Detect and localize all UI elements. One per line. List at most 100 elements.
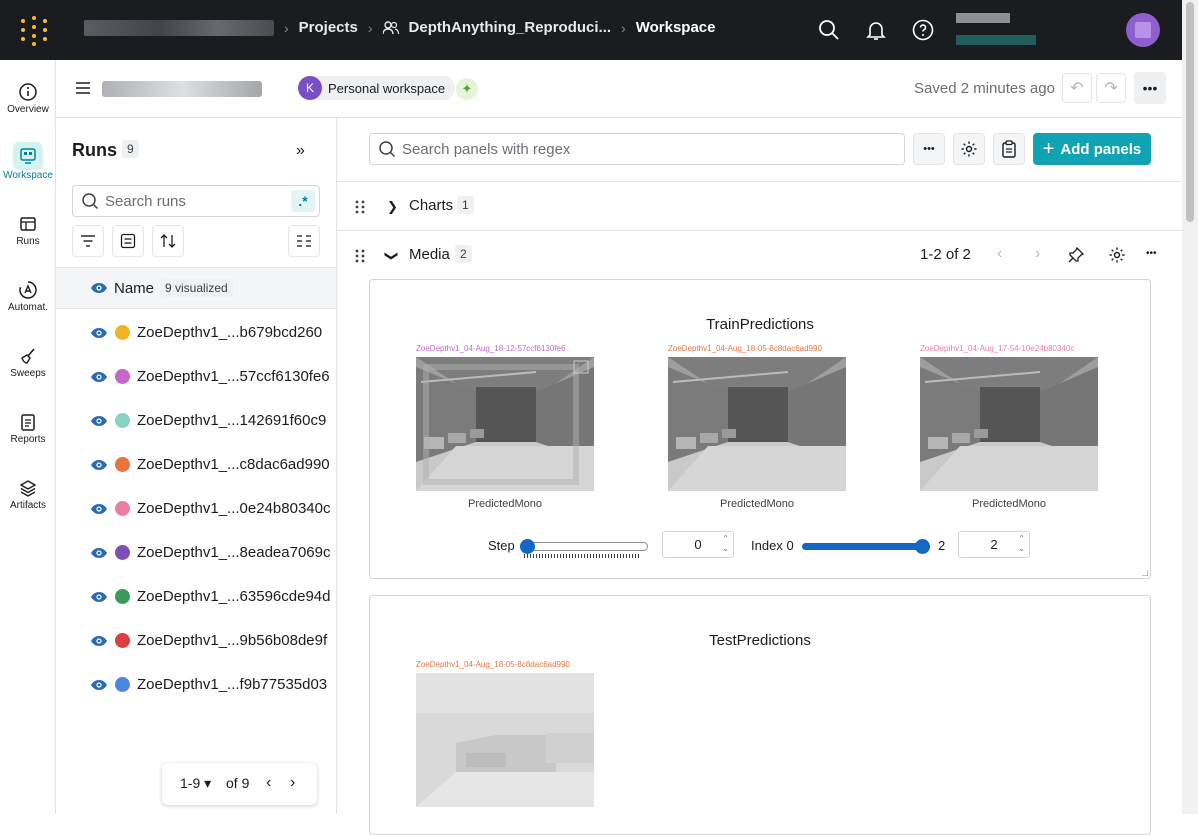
run-color-dot[interactable]: [115, 677, 130, 692]
redo-button[interactable]: ↷: [1096, 73, 1126, 103]
ellipsis-icon[interactable]: •••: [1146, 248, 1157, 259]
run-color-dot[interactable]: [115, 369, 130, 384]
eye-icon[interactable]: [90, 327, 108, 339]
run-row[interactable]: ZoeDepthv1_...63596cde94d: [56, 575, 336, 619]
run-name[interactable]: ZoeDepthv1_...142691f60c9: [137, 412, 326, 429]
run-row[interactable]: ZoeDepthv1_...57ccf6130fe6: [56, 355, 336, 399]
entity-name-redacted[interactable]: [84, 19, 274, 36]
search-icon[interactable]: [817, 18, 841, 42]
index-slider-thumb[interactable]: [915, 539, 930, 554]
sort-button[interactable]: [152, 225, 184, 257]
run-name[interactable]: ZoeDepthv1_...8eadea7069c: [137, 544, 330, 561]
pin-icon[interactable]: [1068, 247, 1084, 263]
eye-icon[interactable]: [90, 679, 108, 691]
run-color-dot[interactable]: [115, 457, 130, 472]
index-slider[interactable]: [802, 539, 932, 555]
run-color-dot[interactable]: [115, 545, 130, 560]
gear-icon[interactable]: [1108, 246, 1126, 264]
test-predictions-panel[interactable]: TestPredictions ZoeDepthv1_04-Aug_18-05-…: [369, 595, 1151, 835]
settings-button[interactable]: [953, 133, 985, 165]
eye-icon[interactable]: [90, 635, 108, 647]
column-name-header[interactable]: Name: [114, 280, 154, 297]
image-thumbnail[interactable]: [416, 357, 594, 491]
run-color-dot[interactable]: [115, 325, 130, 340]
section-charts[interactable]: ❯ Charts 1: [337, 181, 1182, 230]
search-panels-input[interactable]: Search panels with regex: [369, 133, 905, 165]
image-thumbnail[interactable]: [416, 673, 594, 807]
eye-icon[interactable]: [90, 547, 108, 559]
prev-page-button[interactable]: ‹: [266, 774, 271, 792]
breadcrumb-project[interactable]: DepthAnything_Reproduci...: [409, 19, 612, 36]
depth-image[interactable]: [668, 357, 846, 491]
collapse-runs-button[interactable]: »: [296, 142, 305, 160]
eye-icon[interactable]: [90, 415, 108, 427]
stepper-arrows-icon[interactable]: ⌃ ⌄: [722, 534, 729, 554]
user-info-redacted[interactable]: [956, 13, 1036, 47]
filter-button[interactable]: [72, 225, 104, 257]
run-color-dot[interactable]: [115, 633, 130, 648]
page-scrollbar[interactable]: [1182, 0, 1198, 814]
run-name[interactable]: ZoeDepthv1_...0e24b80340c: [137, 500, 330, 517]
more-options-button[interactable]: •••: [1134, 72, 1166, 104]
run-color-dot[interactable]: [115, 413, 130, 428]
bell-icon[interactable]: [864, 18, 888, 42]
eye-icon[interactable]: [90, 503, 108, 515]
run-row[interactable]: ZoeDepthv1_...b679bcd260: [56, 311, 336, 355]
resize-handle-icon[interactable]: [1142, 570, 1148, 576]
hamburger-menu-icon[interactable]: [76, 82, 90, 94]
step-slider-thumb[interactable]: [520, 539, 535, 554]
chevron-down-icon[interactable]: ❯: [383, 251, 399, 262]
train-predictions-panel[interactable]: TrainPredictions ZoeDepthv1_04-Aug_18-12…: [369, 279, 1151, 579]
run-color-dot[interactable]: [115, 589, 130, 604]
breadcrumb-workspace[interactable]: Workspace: [636, 19, 716, 36]
clipboard-button[interactable]: [993, 133, 1025, 165]
run-row[interactable]: ZoeDepthv1_...f9b77535d03: [56, 663, 336, 707]
group-button[interactable]: [112, 225, 144, 257]
run-color-dot[interactable]: [115, 501, 130, 516]
regex-toggle[interactable]: .*: [291, 190, 315, 212]
add-panels-button[interactable]: + Add panels: [1033, 133, 1151, 165]
help-icon[interactable]: [911, 18, 935, 42]
scrollbar-thumb[interactable]: [1186, 2, 1194, 222]
search-runs-input[interactable]: Search runs .*: [72, 185, 320, 217]
breadcrumb-projects[interactable]: Projects: [299, 19, 358, 36]
drag-handle-icon[interactable]: [355, 249, 365, 263]
section-media[interactable]: ❯ Media 2 1-2 of 2 ‹ › •••: [337, 230, 1182, 280]
eye-icon[interactable]: [90, 371, 108, 383]
run-name[interactable]: ZoeDepthv1_...63596cde94d: [137, 588, 330, 605]
next-page-button[interactable]: ›: [1035, 245, 1040, 263]
stepper-arrows-icon[interactable]: ⌃ ⌄: [1018, 534, 1025, 554]
run-name[interactable]: ZoeDepthv1_...57ccf6130fe6: [137, 368, 330, 385]
nav-artifacts[interactable]: Artifacts: [0, 470, 56, 526]
run-name[interactable]: ZoeDepthv1_...f9b77535d03: [137, 676, 327, 693]
run-name[interactable]: ZoeDepthv1_...b679bcd260: [137, 324, 322, 341]
next-page-button[interactable]: ›: [290, 774, 295, 792]
eye-icon[interactable]: [90, 591, 108, 603]
depth-image[interactable]: [416, 357, 594, 491]
nav-runs[interactable]: Runs: [0, 206, 56, 262]
image-thumbnail[interactable]: [920, 357, 1098, 491]
run-name[interactable]: ZoeDepthv1_...c8dac6ad990: [137, 456, 330, 473]
user-avatar[interactable]: [1126, 13, 1160, 47]
run-row[interactable]: ZoeDepthv1_...c8dac6ad990: [56, 443, 336, 487]
nav-overview[interactable]: Overview: [0, 74, 56, 130]
undo-button[interactable]: ↶: [1062, 73, 1092, 103]
run-row[interactable]: ZoeDepthv1_...9b56b08de9f: [56, 619, 336, 663]
nav-workspace[interactable]: Workspace: [0, 138, 56, 194]
nav-automations[interactable]: Automat.: [0, 272, 56, 328]
panels-more-button[interactable]: •••: [913, 133, 945, 165]
columns-button[interactable]: [288, 225, 320, 257]
wandb-logo-icon[interactable]: [20, 16, 48, 46]
index-input[interactable]: 2 ⌃ ⌄: [958, 531, 1030, 558]
eye-icon[interactable]: [90, 459, 108, 471]
depth-image[interactable]: [416, 673, 594, 807]
page-range-select[interactable]: 1-9 ▾: [180, 775, 211, 792]
drag-handle-icon[interactable]: [355, 200, 365, 214]
image-thumbnail[interactable]: [668, 357, 846, 491]
nav-reports[interactable]: Reports: [0, 404, 56, 460]
step-input[interactable]: 0 ⌃ ⌄: [662, 531, 734, 558]
sparkle-icon[interactable]: ✦: [456, 78, 478, 100]
run-name[interactable]: ZoeDepthv1_...9b56b08de9f: [137, 632, 327, 649]
run-row[interactable]: ZoeDepthv1_...0e24b80340c: [56, 487, 336, 531]
workspace-type-pill[interactable]: K Personal workspace: [298, 76, 456, 100]
